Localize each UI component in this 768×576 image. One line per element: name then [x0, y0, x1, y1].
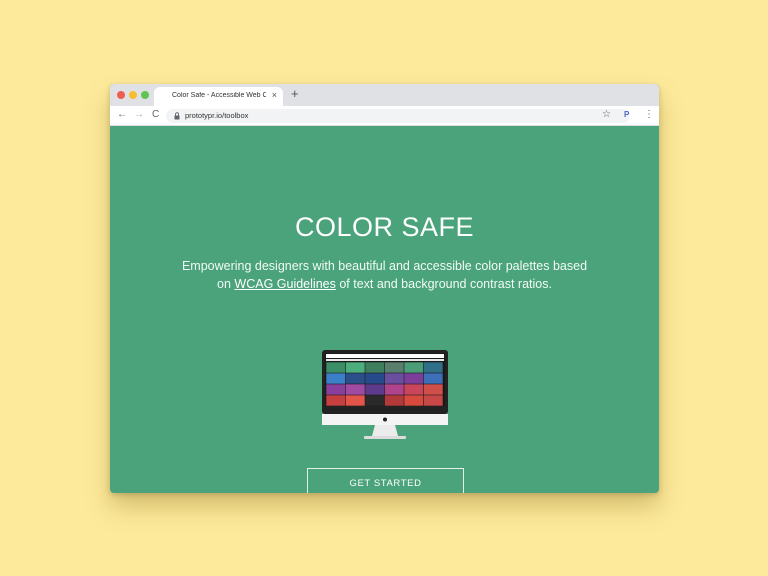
color-swatch: [326, 373, 346, 384]
hero-section: COLOR SAFE Empowering designers with bea…: [110, 126, 659, 493]
screen-subheader-bar: [326, 359, 444, 361]
monitor-base: [364, 436, 406, 439]
color-swatch: [345, 362, 365, 373]
color-swatch: [345, 384, 365, 395]
new-tab-button[interactable]: +: [291, 87, 299, 101]
color-swatch: [326, 395, 346, 406]
address-bar[interactable]: prototypr.io/toolbox: [166, 109, 630, 123]
browser-toolbar: ← → C prototypr.io/toolbox ☆ P ⋮: [110, 106, 659, 126]
tab-title: Color Safe - Accessible Web Colo: [172, 92, 266, 99]
color-swatch: [345, 395, 365, 406]
url-text: prototypr.io/toolbox: [185, 111, 249, 120]
color-swatch: [423, 395, 443, 406]
close-window-button[interactable]: [117, 91, 125, 99]
get-started-button[interactable]: GET STARTED: [307, 468, 464, 493]
color-swatch: [365, 384, 385, 395]
tagline-suffix: of text and background contrast ratios.: [335, 277, 552, 291]
lock-icon: [174, 112, 180, 120]
maximize-window-button[interactable]: [141, 91, 149, 99]
forward-arrow-icon[interactable]: →: [134, 109, 144, 121]
extension-icon[interactable]: P: [624, 109, 629, 121]
back-arrow-icon[interactable]: ←: [117, 109, 127, 121]
reload-icon[interactable]: C: [152, 109, 159, 121]
screen-header-bar: [326, 354, 444, 358]
tab-close-icon[interactable]: ×: [272, 90, 277, 100]
color-swatch: [345, 373, 365, 384]
color-swatch: [384, 395, 404, 406]
browser-window: Color Safe - Accessible Web Colo × + ← →…: [110, 84, 659, 493]
monitor-stand: [372, 425, 398, 436]
color-swatch: [326, 362, 346, 373]
color-swatch: [423, 384, 443, 395]
color-swatch: [384, 362, 404, 373]
hero-tagline: Empowering designers with beautiful and …: [174, 257, 595, 293]
browser-tab[interactable]: Color Safe - Accessible Web Colo ×: [154, 87, 283, 106]
color-swatch: [404, 384, 424, 395]
browser-menu-icon[interactable]: ⋮: [644, 109, 654, 121]
color-swatch: [423, 373, 443, 384]
color-swatch: [326, 384, 346, 395]
color-swatch: [404, 373, 424, 384]
monitor-logo-dot: [383, 417, 387, 422]
color-swatch: [384, 373, 404, 384]
color-swatch: [365, 362, 385, 373]
minimize-window-button[interactable]: [129, 91, 137, 99]
monitor-illustration: [322, 350, 448, 439]
color-swatch: [423, 362, 443, 373]
color-swatch: [365, 395, 385, 406]
color-swatch: [384, 384, 404, 395]
wcag-guidelines-link[interactable]: WCAG Guidelines: [234, 277, 335, 291]
page-title: COLOR SAFE: [294, 212, 475, 242]
color-swatch: [404, 362, 424, 373]
tab-strip: Color Safe - Accessible Web Colo × +: [110, 84, 659, 106]
bookmark-star-icon[interactable]: ☆: [602, 109, 611, 121]
color-swatch: [365, 373, 385, 384]
color-swatch: [404, 395, 424, 406]
